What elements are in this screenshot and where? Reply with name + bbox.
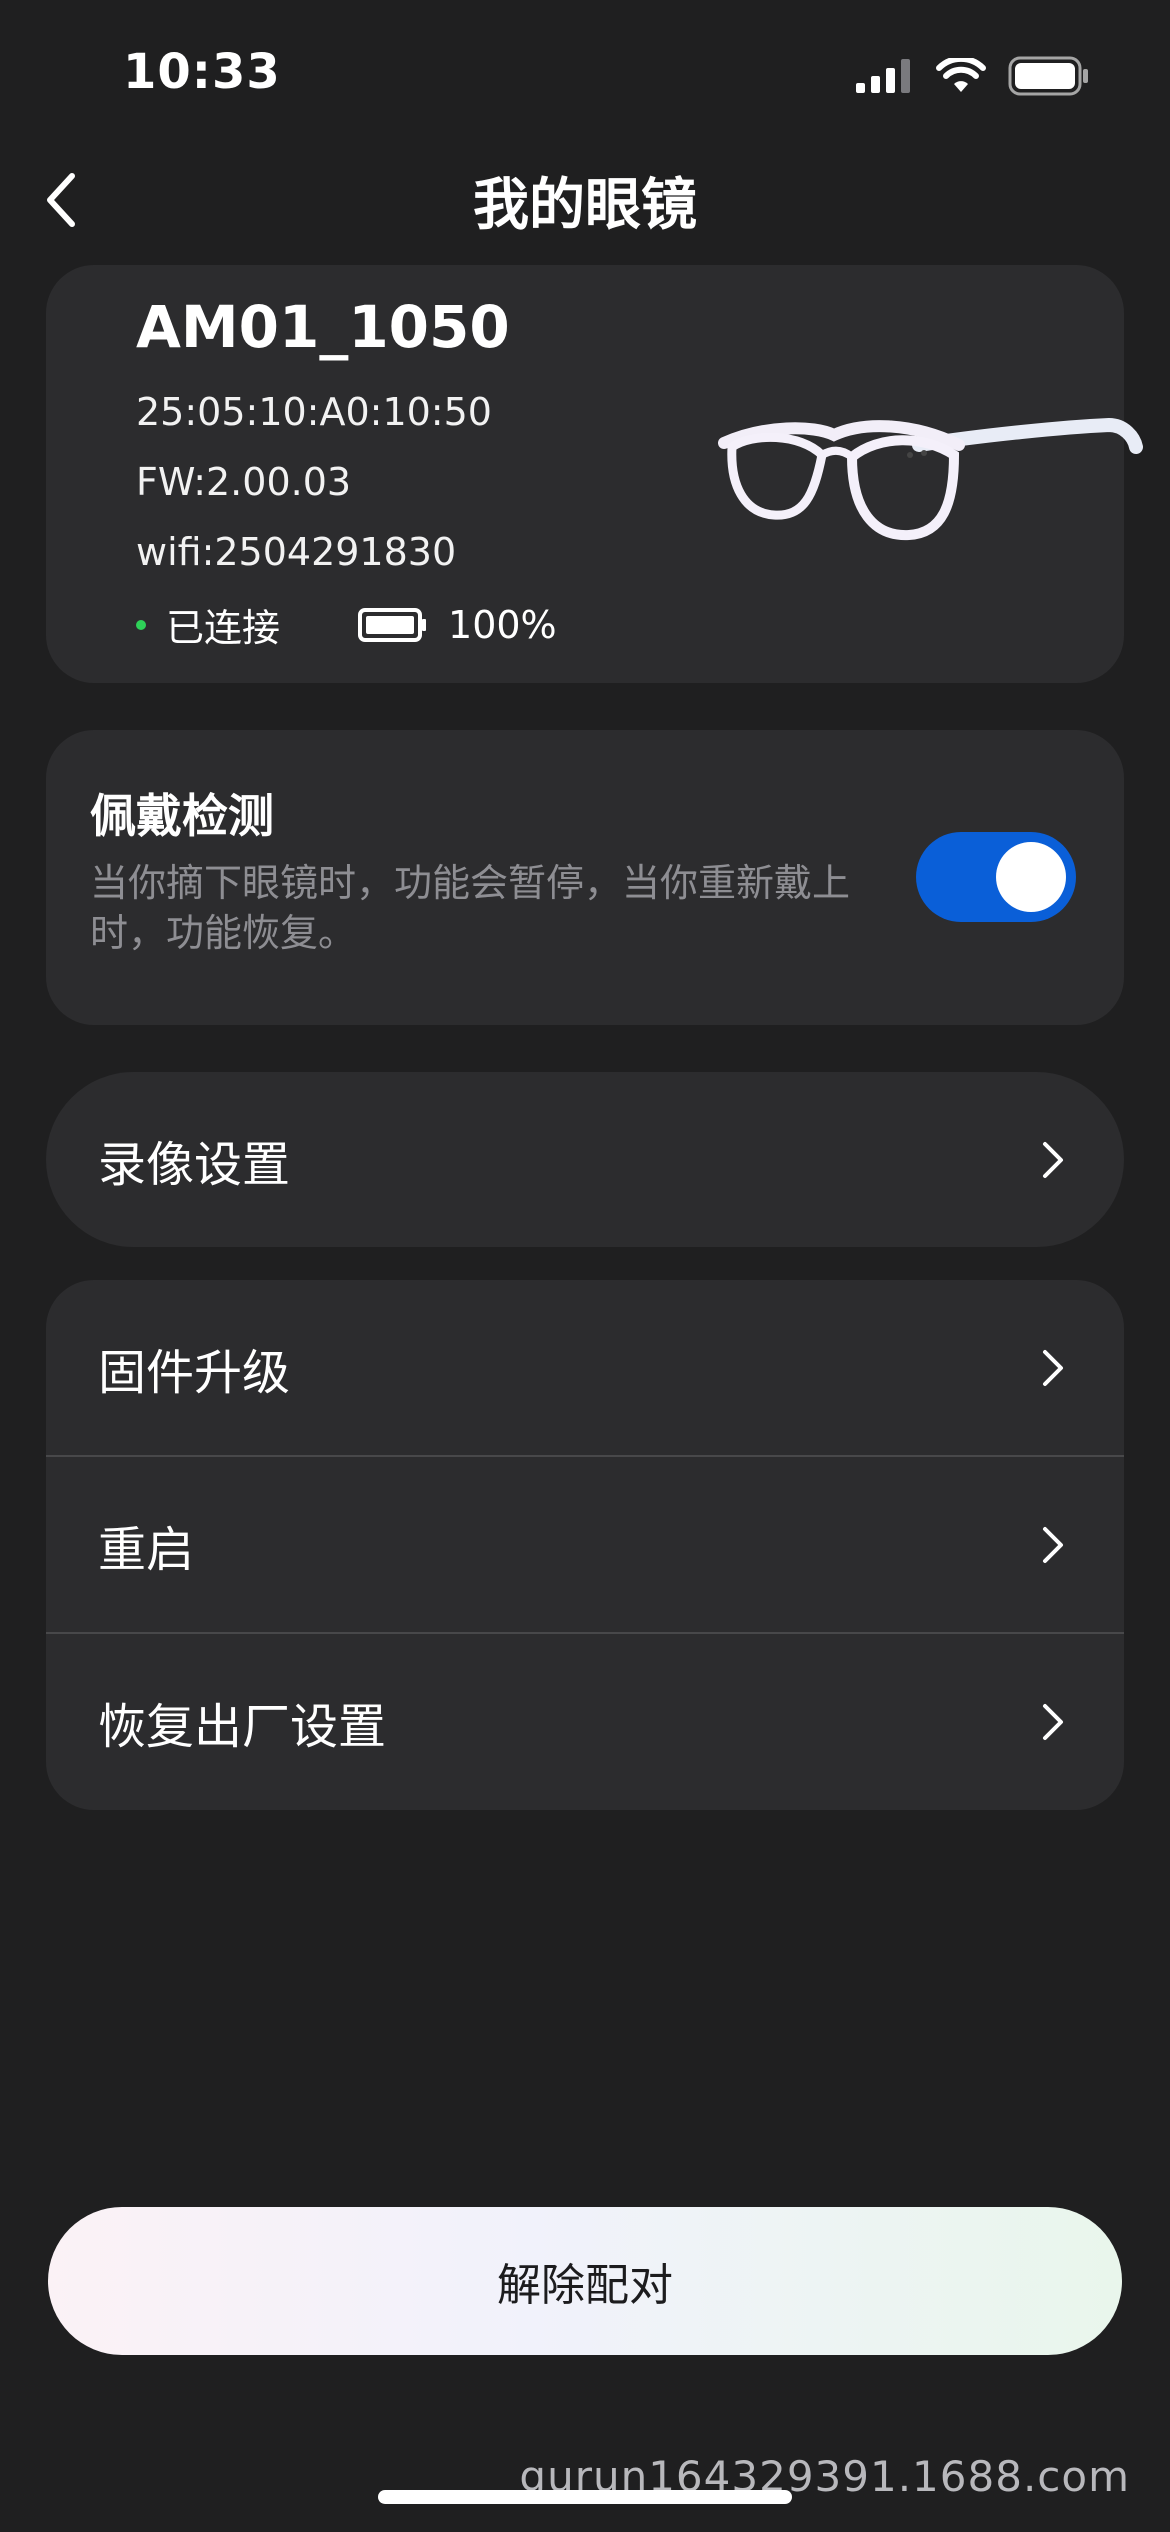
status-icons	[856, 56, 1090, 96]
page-title: 我的眼镜	[473, 173, 697, 238]
wear-detection-card: 佩戴检测 当你摘下眼镜时，功能会暂停，当你重新戴上时，功能恢复。	[46, 730, 1124, 1025]
restart-label: 重启	[98, 1522, 195, 1578]
wear-detection-toggle[interactable]	[916, 832, 1076, 922]
wear-detection-description: 当你摘下眼镜时，功能会暂停，当你重新戴上时，功能恢复。	[90, 861, 851, 955]
cellular-signal-icon	[856, 59, 910, 93]
device-wifi-info: wifi:2504291830	[136, 530, 457, 574]
device-info-card: AM01_1050 25:05:10:A0:10:50 FW:2.00.03 w…	[46, 265, 1143, 683]
device-battery: 100%	[358, 603, 557, 647]
status-time: 10:33	[123, 44, 281, 100]
chevron-right-icon	[1043, 1704, 1063, 1740]
glasses-icon	[718, 417, 1143, 541]
video-settings-card: 录像设置	[46, 1072, 1124, 1247]
video-settings-row[interactable]: 录像设置	[46, 1072, 1124, 1247]
device-name: AM01_1050	[136, 293, 510, 361]
chevron-right-icon	[1043, 1527, 1063, 1563]
device-firmware-version: FW:2.00.03	[136, 460, 352, 504]
battery-percentage: 100%	[448, 602, 557, 647]
toggle-knob	[996, 842, 1066, 912]
battery-icon	[358, 607, 427, 642]
device-mac-address: 25:05:10:A0:10:50	[136, 390, 492, 434]
wear-detection-title: 佩戴检测	[90, 789, 274, 843]
chevron-right-icon	[1043, 1141, 1063, 1178]
device-status-row: 已连接 100%	[136, 597, 557, 652]
unpair-button[interactable]: 解除配对	[48, 2207, 1122, 2355]
video-settings-label: 录像设置	[98, 1136, 291, 1193]
battery-icon	[1008, 56, 1088, 96]
factory-reset-row[interactable]: 恢复出厂设置	[46, 1634, 1124, 1810]
connection-status-dot	[136, 619, 146, 630]
factory-reset-label: 恢复出厂设置	[98, 1699, 387, 1755]
firmware-upgrade-label: 固件升级	[98, 1345, 291, 1401]
wifi-icon	[936, 58, 986, 92]
home-indicator[interactable]	[378, 2490, 792, 2504]
chevron-right-icon	[1043, 1350, 1063, 1386]
restart-row[interactable]: 重启	[46, 1457, 1124, 1633]
device-actions-card: 固件升级 重启 恢复出厂设置	[46, 1280, 1124, 1810]
screen: 10:33 我的眼镜 AM01_1050 25:05:10:A0:10:50 F…	[0, 0, 1170, 2532]
firmware-upgrade-row[interactable]: 固件升级	[46, 1280, 1124, 1456]
connection-status-text: 已连接	[166, 606, 281, 650]
